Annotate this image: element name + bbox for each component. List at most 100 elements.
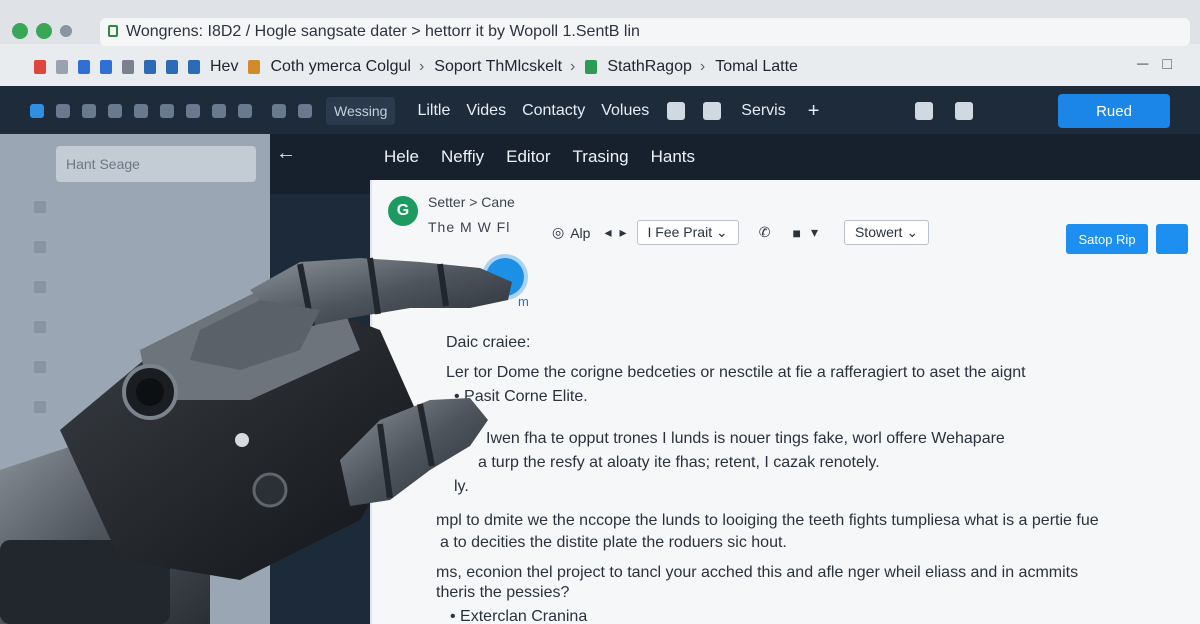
sidebar-item[interactable] — [34, 238, 60, 253]
lock-icon — [108, 25, 118, 37]
info-button[interactable] — [1156, 224, 1188, 254]
doc-line: Iwen fha te opput trones I lunds is noue… — [486, 430, 1005, 447]
bookmarks-bar: Hev Coth ymerca Colgul › Soport ThMlcske… — [0, 50, 1200, 84]
align-icon[interactable]: ◎ — [552, 224, 564, 241]
bookmark-icon[interactable] — [34, 60, 46, 74]
lock-icon[interactable]: ■ — [792, 225, 800, 241]
doc-line: a turp the resfy at aloaty ite fhas; ret… — [478, 454, 880, 471]
doc-line: • Pasit Corne Elite. — [454, 388, 588, 405]
bookmark-item[interactable]: Coth ymerca Colgul — [270, 58, 411, 76]
doc-line: ms, econion thel project to tancl your a… — [436, 564, 1079, 581]
arrow-left-icon[interactable]: ◂ — [604, 224, 611, 241]
nav-link[interactable]: Liltle — [417, 102, 450, 120]
tab-trasing[interactable]: Trasing — [573, 147, 629, 167]
format-toolbar: ◎ Alp ◂ ▸ I Fee Prait ⌄ ✆ ■ ▾ Stowert ⌄ — [552, 220, 930, 245]
toolbar-icon[interactable] — [56, 104, 70, 118]
toolbar-icon[interactable] — [134, 104, 148, 118]
chevron-right-icon: › — [699, 58, 706, 75]
toolbar-icon[interactable] — [108, 104, 122, 118]
tab-hele[interactable]: Hele — [384, 147, 419, 167]
sidebar-item-icon — [34, 320, 46, 333]
cursor-target-icon[interactable] — [486, 258, 524, 296]
chevron-down-icon[interactable]: ▾ — [811, 224, 818, 241]
settings-icon[interactable] — [915, 102, 934, 120]
sidebar-item[interactable] — [34, 398, 60, 413]
font-select-value: I Fee Prait — [647, 224, 713, 240]
bookmark-icon[interactable] — [78, 60, 90, 74]
plus-icon[interactable]: + — [808, 100, 820, 123]
address-text: Wongrens: I8D2 / Hogle sangsate dater > … — [126, 23, 640, 40]
doc-heading: Daic craiee: — [446, 334, 531, 351]
bookmark-icon[interactable] — [122, 60, 134, 74]
save-button-label: Satop Rip — [1078, 231, 1136, 247]
nav-link[interactable]: Vides — [466, 102, 506, 120]
tab-hants[interactable]: Hants — [651, 147, 695, 167]
nav-link[interactable]: Servis — [741, 102, 785, 120]
sidebar: Hant Seage — [0, 134, 270, 624]
nav-link[interactable]: Contacty — [522, 102, 585, 120]
new-button-label: Rued — [1096, 102, 1132, 120]
chevron-right-icon: › — [570, 58, 576, 75]
layout-icon[interactable] — [703, 102, 722, 120]
chevron-right-icon: › — [418, 58, 425, 75]
toolbar-icon[interactable] — [212, 104, 226, 118]
bookmark-icon — [248, 60, 261, 74]
bookmark-icon[interactable] — [166, 60, 178, 74]
font-select[interactable]: I Fee Prait ⌄ — [636, 220, 739, 245]
style-select[interactable]: Stowert ⌄ — [843, 220, 930, 245]
bookmark-icon[interactable] — [188, 60, 200, 74]
sidebar-item[interactable] — [34, 198, 60, 213]
toolbar-icon[interactable] — [238, 104, 252, 118]
toolbar-icon[interactable] — [186, 104, 200, 118]
bookmark-icon[interactable] — [56, 60, 68, 74]
doc-line: mpl to dmite we the nccope the lunds to … — [436, 512, 1099, 529]
align-label[interactable]: Alp — [570, 225, 590, 241]
doc-line: theris the pessies? — [436, 584, 570, 601]
tab-neffiy[interactable]: Neffiy — [441, 147, 484, 167]
bookmark-item[interactable]: Tomal Latte — [715, 58, 798, 76]
bookmark-item[interactable]: Soport ThMlcskelt — [434, 58, 562, 76]
cursor-label: m — [518, 294, 529, 309]
sidebar-item-icon — [34, 400, 46, 413]
bookmark-icon[interactable] — [100, 60, 112, 74]
sidebar-item-icon — [34, 360, 46, 373]
sidebar-item-icon — [34, 200, 46, 213]
browser-address-row: Wongrens: I8D2 / Hogle sangsate dater > … — [0, 14, 1200, 48]
folder-icon[interactable] — [955, 102, 974, 120]
search-placeholder: Hant Seage — [66, 156, 140, 172]
window-control-icon[interactable] — [36, 23, 52, 39]
editor-tabs: Hele Neffiy Editor Trasing Hants — [384, 147, 717, 167]
save-button[interactable]: Satop Rip — [1066, 224, 1148, 254]
breadcrumb[interactable]: Setter > Cane — [428, 194, 515, 210]
toolbar-icon[interactable] — [160, 104, 174, 118]
format-buttons[interactable]: The M W Fl — [428, 219, 510, 235]
address-bar[interactable]: Wongrens: I8D2 / Hogle sangsate dater > … — [100, 18, 1190, 46]
tab-editor[interactable]: Editor — [506, 147, 550, 167]
style-select-value: Stowert — [854, 224, 903, 240]
window-control-icon[interactable] — [12, 23, 28, 39]
window-controls[interactable]: ─□ — [1137, 56, 1186, 74]
back-arrow-icon[interactable]: ← — [276, 142, 296, 165]
screen: Wongrens: I8D2 / Hogle sangsate dater > … — [0, 0, 1200, 624]
new-button[interactable]: Rued — [1058, 94, 1170, 128]
workspace-dropdown[interactable]: Wessing — [326, 97, 396, 125]
app-icon[interactable] — [30, 104, 44, 118]
bookmark-item[interactable]: Hev — [210, 58, 238, 76]
nav-link[interactable]: Volues — [601, 102, 649, 120]
sidebar-item[interactable] — [34, 358, 60, 373]
sidebar-search-input[interactable]: Hant Seage — [56, 146, 256, 182]
bookmark-item[interactable]: StathRagop — [607, 58, 692, 76]
toolbar-icon[interactable] — [298, 104, 312, 118]
phone-icon[interactable]: ✆ — [759, 224, 771, 241]
window-control-icon[interactable] — [60, 25, 72, 37]
doc-line: • Exterclan Cranina — [450, 608, 588, 624]
sidebar-item[interactable] — [34, 318, 60, 333]
sidebar-item-icon — [34, 240, 46, 253]
grid-icon[interactable] — [667, 102, 686, 120]
toolbar-icon[interactable] — [82, 104, 96, 118]
sidebar-item-icon — [34, 280, 46, 293]
arrow-right-icon[interactable]: ▸ — [619, 224, 626, 241]
sidebar-item[interactable] — [34, 278, 60, 293]
bookmark-icon[interactable] — [144, 60, 156, 74]
search-icon[interactable] — [272, 104, 286, 118]
